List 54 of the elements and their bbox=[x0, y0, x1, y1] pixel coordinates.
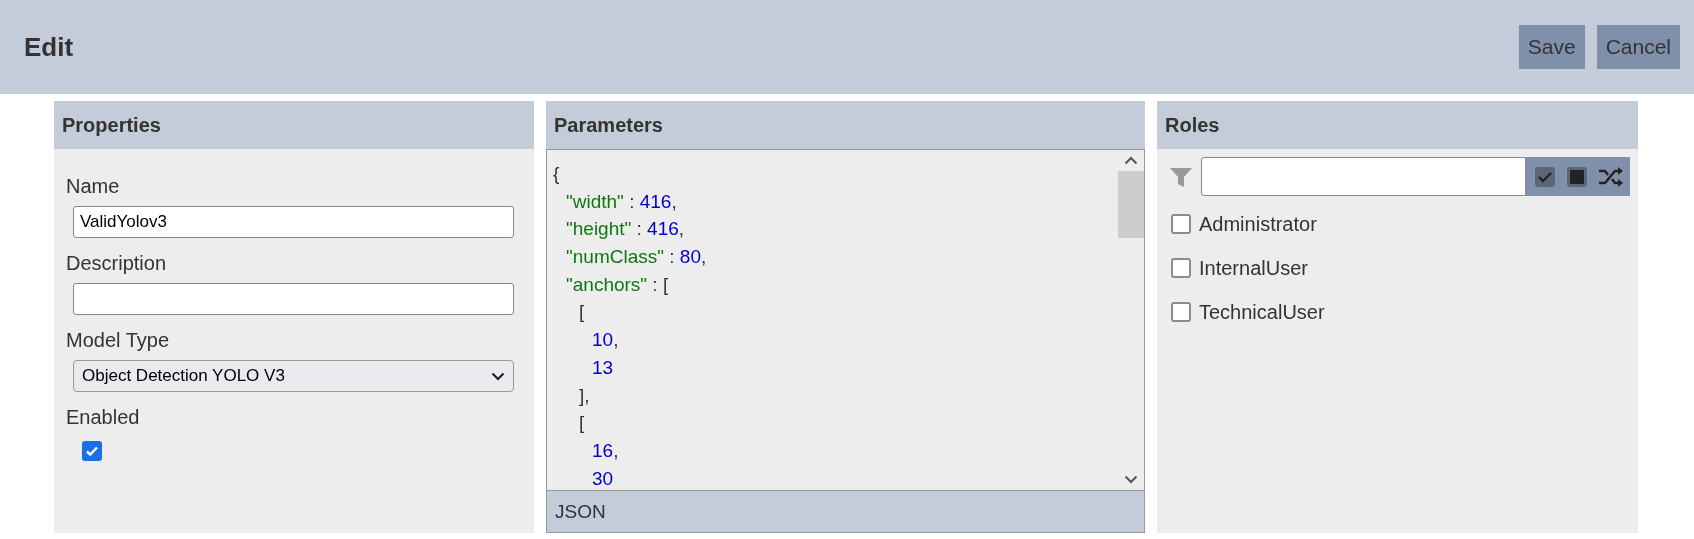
field-label: Description bbox=[66, 252, 168, 275]
format-label: JSON bbox=[546, 490, 1145, 533]
check-all-icon[interactable] bbox=[1534, 165, 1556, 188]
json-punctuation: , bbox=[700, 246, 707, 268]
json-key: "anchors" bbox=[566, 273, 648, 295]
page-title: Edit bbox=[24, 31, 74, 63]
json-number: 13 bbox=[592, 356, 614, 378]
field-label: Name bbox=[66, 175, 121, 198]
uncheck-all-icon[interactable] bbox=[1566, 165, 1588, 188]
panel-title: Properties bbox=[54, 101, 534, 149]
description-field[interactable] bbox=[73, 283, 514, 315]
scroll-up-icon[interactable] bbox=[1124, 156, 1138, 165]
shuffle-icon[interactable] bbox=[1598, 165, 1624, 188]
role-label[interactable]: Administrator bbox=[1199, 212, 1317, 236]
json-number: 16 bbox=[592, 439, 614, 461]
name-field[interactable]: ValidYolov3 bbox=[73, 206, 514, 238]
panel-title: Parameters bbox=[546, 101, 1145, 149]
scrollbar-thumb[interactable] bbox=[1118, 171, 1144, 238]
json-punctuation: , bbox=[613, 439, 619, 461]
save-button[interactable]: Save bbox=[1518, 25, 1585, 69]
json-number: 30 bbox=[592, 467, 614, 489]
filter-field[interactable] bbox=[1201, 157, 1526, 196]
model-type-dropdown[interactable]: Object Detection YOLO V3 bbox=[73, 360, 514, 392]
json-key: "numClass" bbox=[566, 246, 664, 268]
json-key: "height" bbox=[566, 218, 632, 240]
json-punctuation: : [ bbox=[651, 273, 669, 295]
json-number: 416 bbox=[647, 218, 679, 240]
json-punctuation: ], bbox=[579, 384, 590, 406]
role-checkbox[interactable] bbox=[1171, 214, 1191, 234]
json-punctuation: , bbox=[671, 190, 677, 212]
json-punctuation: : bbox=[635, 218, 643, 240]
role-checkbox[interactable] bbox=[1171, 302, 1191, 322]
json-punctuation: , bbox=[678, 218, 685, 240]
panel-title: Roles bbox=[1157, 101, 1638, 149]
check-icon bbox=[85, 444, 99, 458]
enabled-checkbox[interactable] bbox=[82, 441, 102, 461]
role-label[interactable]: InternalUser bbox=[1199, 256, 1308, 280]
json-punctuation: , bbox=[613, 329, 619, 351]
json-punctuation: : bbox=[628, 190, 636, 212]
json-number: 416 bbox=[639, 190, 672, 212]
json-punctuation: { bbox=[553, 163, 560, 184]
json-number: 10 bbox=[592, 329, 614, 351]
json-punctuation: [ bbox=[579, 301, 585, 323]
chevron-down-icon bbox=[491, 371, 505, 381]
json-punctuation: [ bbox=[579, 412, 585, 434]
cancel-button[interactable]: Cancel bbox=[1596, 25, 1680, 69]
json-number: 80 bbox=[679, 246, 701, 268]
role-checkbox[interactable] bbox=[1171, 258, 1191, 278]
json-key: "width" bbox=[566, 190, 624, 212]
scroll-down-icon[interactable] bbox=[1124, 475, 1138, 484]
field-label: Enabled bbox=[66, 406, 141, 429]
field-label: Model Type bbox=[66, 329, 171, 352]
role-label[interactable]: TechnicalUser bbox=[1199, 300, 1325, 324]
json-punctuation: : bbox=[668, 246, 676, 268]
